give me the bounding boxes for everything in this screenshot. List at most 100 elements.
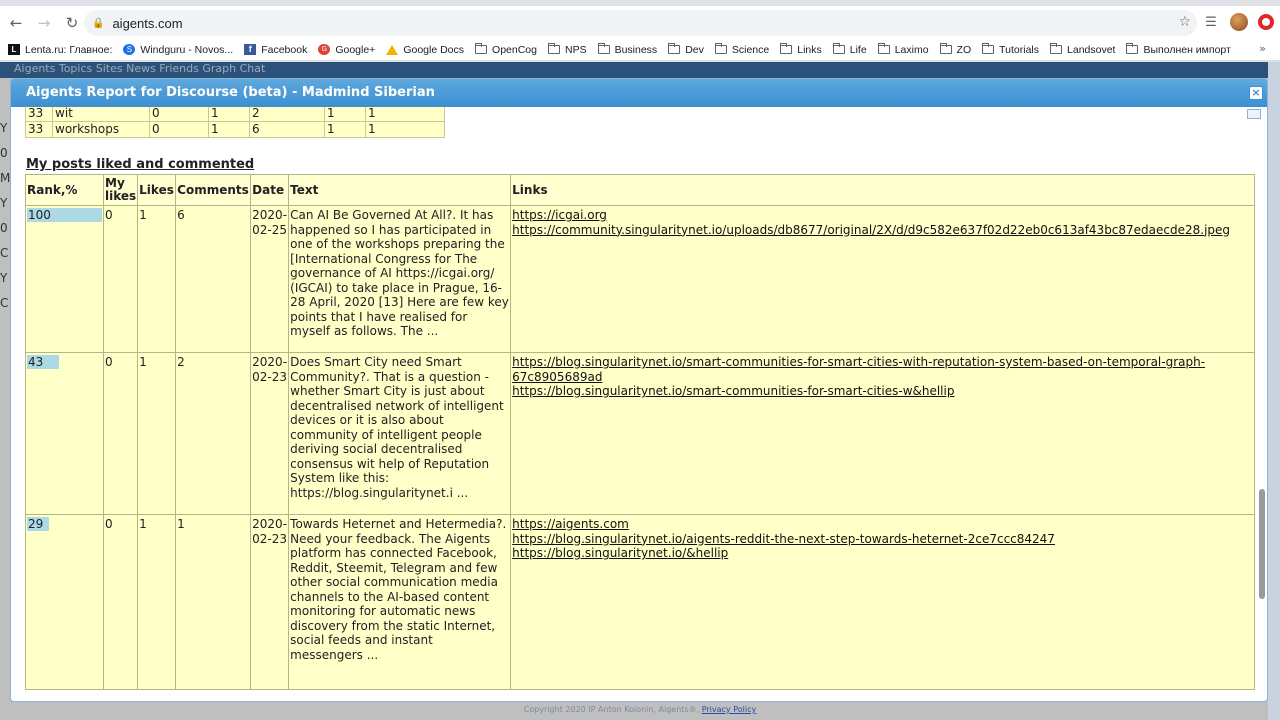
folder-icon [547,43,560,54]
lenta-icon: L [8,44,20,55]
dialog-title: Aigents Report for Discourse (beta) - Ma… [11,79,1267,107]
post-link[interactable]: https://icgai.org [512,208,1253,223]
bookmark-label: Tutorials [999,43,1040,56]
post-link[interactable]: https://blog.singularitynet.io/smart-com… [512,355,1253,384]
post-link[interactable]: https://blog.singularitynet.io/smart-com… [512,384,1253,399]
date-cell: 2020-02-23 [250,514,290,690]
table-cell: 2 [249,107,325,122]
table-row: 33 wit 0 1 2 1 1 [25,107,445,122]
table-cell: 0 [149,121,209,138]
bookmark-item[interactable]: G Google+ [318,44,375,56]
post-text-cell: Towards Heternet and Hetermedia?. Need y… [288,514,512,690]
header-comments[interactable]: Comments [175,174,252,206]
header-links[interactable]: Links [510,174,1255,206]
my-likes-cell: 0 [102,352,139,515]
bookmark-item[interactable]: Science [714,43,770,56]
profile-avatar[interactable] [1230,13,1248,31]
post-link[interactable]: https://blog.singularitynet.io/aigents-r… [512,532,1253,547]
rank-bar: 43 [27,355,60,369]
bookmark-item[interactable]: Landsovet [1050,43,1115,56]
header-my-likes[interactable]: My likes [102,174,139,206]
my-likes-cell: 0 [102,514,139,690]
bookmark-label: Links [797,43,822,56]
folder-icon [877,43,890,54]
bookmark-item[interactable]: Google Docs [386,44,464,56]
table-row: 43 0 1 2 2020-02-23 Does Smart City need Smar… [25,352,1255,515]
table-cell: workshops [52,121,150,138]
copyright-text: Copyright 2020 IP Anton Kolonin, Aigents… [523,705,700,714]
windguru-icon: S [123,44,136,55]
address-bar[interactable]: 🔒 aigents.com ☆ [84,10,1197,36]
links-cell: https://aigents.com https://blog.singular… [510,514,1255,690]
privacy-policy-link[interactable]: Privacy Policy [702,705,757,714]
header-text[interactable]: Text [288,174,512,206]
bookmark-item[interactable]: ZO [939,43,971,56]
forward-icon[interactable]: → [32,11,56,35]
table-cell: 33 [25,107,53,122]
bookmark-item[interactable]: S Windguru - Novos... [123,44,233,56]
address-url[interactable]: aigents.com [112,16,182,31]
folder-icon [939,43,952,54]
google-docs-icon [386,44,399,55]
back-icon[interactable]: ← [4,11,28,35]
bookmark-item[interactable]: OpenCog [475,43,537,56]
rank-cell: 29 [25,514,104,690]
header-date[interactable]: Date [250,174,290,206]
bookmark-item[interactable]: Dev [668,43,704,56]
bookmark-label: Lenta.ru: Главное: [25,43,113,56]
bookmark-item[interactable]: L Lenta.ru: Главное: [8,44,112,56]
bookmark-item[interactable]: Выполнен импорт [1126,43,1231,56]
bookmark-item[interactable]: f Facebook [244,44,307,56]
likes-cell: 1 [137,205,177,353]
facebook-icon: f [244,44,257,55]
bookmark-label: Windguru - Novos... [140,43,234,56]
date-cell: 2020-02-23 [250,352,290,515]
links-cell: https://icgai.org https://community.singu… [510,205,1255,353]
header-rank[interactable]: Rank,% [25,174,104,206]
post-text-cell: Can AI Be Governed At All?. It has happe… [288,205,512,353]
table-cell: wit [52,107,150,122]
google-plus-icon: G [318,44,331,55]
header-likes[interactable]: Likes [137,174,177,206]
close-icon[interactable]: × [1249,86,1263,100]
table-cell: 1 [324,121,366,138]
folder-icon [714,43,727,54]
dialog-scrollbar[interactable] [1257,109,1265,699]
table-cell: 33 [25,121,53,138]
bookmark-item[interactable]: NPS [547,43,587,56]
post-link[interactable]: https://community.singularitynet.io/uplo… [512,223,1253,238]
folder-icon [982,43,995,54]
post-link[interactable]: https://blog.singularitynet.io/&hellip [512,546,1253,561]
report-dialog: Aigents Report for Discourse (beta) - Ma… [10,78,1268,702]
folder-icon [668,43,681,54]
bookmark-star-icon[interactable]: ☆ [1178,14,1191,30]
table-row: 100 0 1 6 2020-02-25 Can AI Be Governed At Al… [25,205,1255,353]
table-cell: 1 [324,107,366,122]
bookmark-item[interactable]: Links [780,43,822,56]
scroll-thumb[interactable] [1259,489,1265,599]
folder-icon [597,43,610,54]
bookmark-item[interactable]: Tutorials [982,43,1040,56]
opera-icon[interactable] [1258,14,1274,30]
date-cell: 2020-02-25 [250,205,290,353]
comments-cell: 1 [175,514,252,690]
bookmarks-more-icon[interactable]: » [1259,42,1266,55]
reading-list-icon[interactable]: ☰ [1202,13,1220,31]
table-row: 33 workshops 0 1 6 1 1 [25,121,445,138]
folder-icon [832,43,845,54]
bookmark-item[interactable]: Life [832,43,867,56]
table-cell: 1 [208,121,250,138]
bookmark-item[interactable]: Laximo [877,43,929,56]
bookmark-label: Business [614,43,658,56]
bookmark-label: Выполнен импорт [1143,43,1231,56]
reload-icon[interactable]: ↻ [60,11,84,35]
rank-cell: 100 [25,205,104,353]
post-link[interactable]: https://aigents.com [512,517,1253,532]
table-cell: 1 [365,121,445,138]
my-likes-cell: 0 [102,205,139,353]
bookmark-item[interactable]: Business [597,43,658,56]
footer-copyright: Copyright 2020 IP Anton Kolonin, Aigents… [0,705,1280,714]
bookmark-label: Science [731,43,770,56]
folder-icon [780,43,793,54]
table-cell: 0 [149,107,209,122]
